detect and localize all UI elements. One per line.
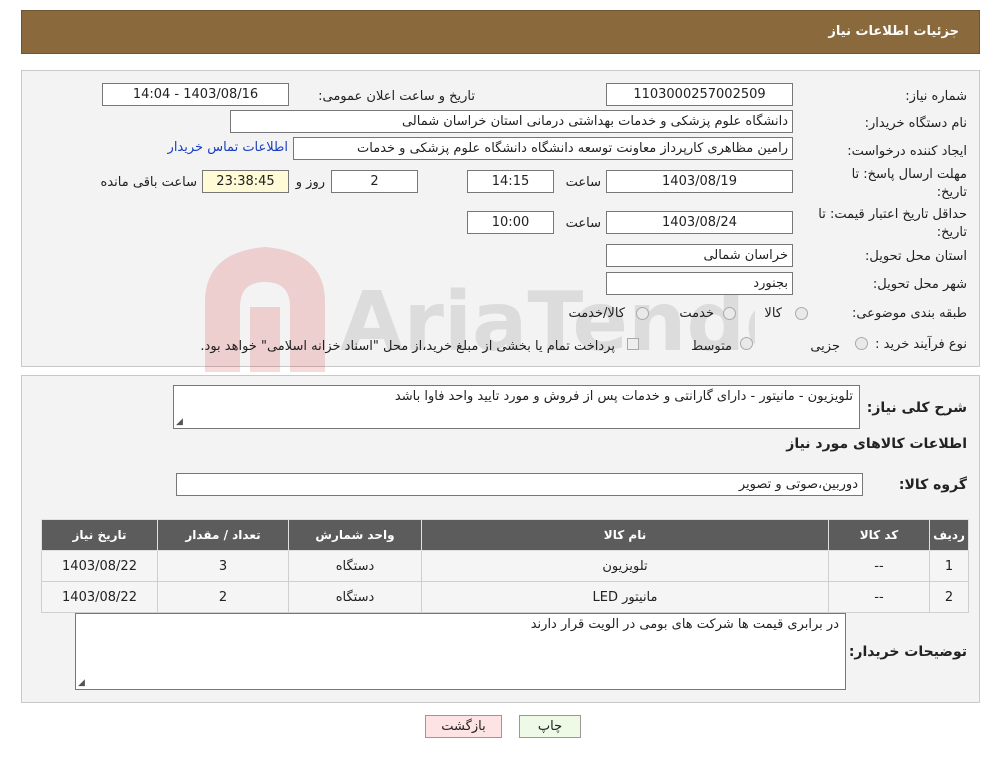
col-date-header: تاریخ نیاز xyxy=(41,519,158,551)
creator-field: رامین مظاهری کارپرداز معاونت توسعه دانشگ… xyxy=(293,137,793,160)
process-label: نوع فرآیند خرید : xyxy=(875,337,967,352)
need-number-label: شماره نیاز: xyxy=(905,89,967,104)
validity-label: حداقل تاریخ اعتبار قیمت: تا تاریخ: xyxy=(818,207,967,240)
category-radio-goods[interactable] xyxy=(795,307,808,320)
buyer-org-label: نام دستگاه خریدار: xyxy=(864,116,967,131)
resize-handle-icon[interactable]: ◢ xyxy=(78,678,85,688)
validity-time-field: 10:00 xyxy=(467,211,554,234)
cell-qty: 2 xyxy=(157,581,289,613)
items-table-header: ردیف کد کالا نام کالا واحد شمارش تعداد /… xyxy=(41,519,969,551)
cell-code: -- xyxy=(828,550,930,582)
process-radio-medium[interactable] xyxy=(740,337,753,350)
items-table: ردیف کد کالا نام کالا واحد شمارش تعداد /… xyxy=(41,519,969,613)
resize-handle-icon[interactable]: ◢ xyxy=(176,417,183,427)
category-option-service: خدمت xyxy=(679,306,714,321)
remaining-label: ساعت باقی مانده xyxy=(100,175,197,190)
page-title: جزئیات اطلاعات نیاز xyxy=(828,24,959,39)
goods-group-label: گروه کالا: xyxy=(898,477,967,493)
announce-datetime-field: 1403/08/16 - 14:04 xyxy=(102,83,289,106)
cell-date: 1403/08/22 xyxy=(41,581,158,613)
cell-unit: دستگاه xyxy=(288,581,422,613)
announce-label: تاریخ و ساعت اعلان عمومی: xyxy=(318,89,475,104)
days-label: روز و xyxy=(295,175,325,190)
col-qty-header: تعداد / مقدار xyxy=(157,519,289,551)
payment-note: پرداخت تمام یا بخشی از مبلغ خرید،از محل … xyxy=(200,339,615,354)
deadline-label: مهلت ارسال پاسخ: تا تاریخ: xyxy=(851,167,967,200)
col-unit-header: واحد شمارش xyxy=(288,519,422,551)
city-label: شهر محل تحویل: xyxy=(872,277,967,292)
need-number-field: 1103000257002509 xyxy=(606,83,793,106)
deadline-time-field: 14:15 xyxy=(467,170,554,193)
buyer-contact-link[interactable]: اطلاعات تماس خریدار xyxy=(168,140,288,155)
treasury-payment-checkbox[interactable] xyxy=(627,338,639,350)
days-field: 2 xyxy=(331,170,418,193)
goods-group-field: دوربین،صوتی و تصویر xyxy=(176,473,863,496)
cell-name: مانیتور LED xyxy=(421,581,829,613)
items-table-wrap: ردیف کد کالا نام کالا واحد شمارش تعداد /… xyxy=(41,519,969,613)
process-option-medium: متوسط xyxy=(691,339,732,354)
col-row-header: ردیف xyxy=(929,519,969,551)
cell-row: 1 xyxy=(929,550,969,582)
table-row: 2 -- مانیتور LED دستگاه 2 1403/08/22 xyxy=(41,581,969,613)
cell-code: -- xyxy=(828,581,930,613)
category-radio-goods-service[interactable] xyxy=(636,307,649,320)
deadline-date-field: 1403/08/19 xyxy=(606,170,793,193)
cell-date: 1403/08/22 xyxy=(41,550,158,582)
province-field: خراسان شمالی xyxy=(606,244,793,267)
back-button[interactable]: بازگشت xyxy=(425,715,502,738)
category-label: طبقه بندی موضوعی: xyxy=(851,306,967,321)
cell-row: 2 xyxy=(929,581,969,613)
deadline-time-label: ساعت xyxy=(565,175,601,190)
page-header: جزئیات اطلاعات نیاز xyxy=(21,10,980,54)
cell-unit: دستگاه xyxy=(288,550,422,582)
category-option-goods-service: کالا/خدمت xyxy=(568,306,625,321)
col-name-header: نام کالا xyxy=(421,519,829,551)
table-row: 1 -- تلویزیون دستگاه 3 1403/08/22 xyxy=(41,550,969,582)
province-label: استان محل تحویل: xyxy=(865,249,967,264)
cell-name: تلویزیون xyxy=(421,550,829,582)
print-button[interactable]: چاپ xyxy=(519,715,581,738)
city-field: بجنورد xyxy=(606,272,793,295)
remaining-time-field: 23:38:45 xyxy=(202,170,289,193)
process-radio-minor[interactable] xyxy=(855,337,868,350)
process-option-minor: جزیی xyxy=(810,339,840,354)
summary-label: شرح کلی نیاز: xyxy=(866,400,967,416)
buyer-notes-field: در برابری قیمت ها شرکت های بومی در الویت… xyxy=(75,613,846,690)
buyer-org-field: دانشگاه علوم پزشکی و خدمات بهداشتی درمان… xyxy=(230,110,793,133)
category-radio-service[interactable] xyxy=(723,307,736,320)
validity-date-field: 1403/08/24 xyxy=(606,211,793,234)
buyer-notes-text: در برابری قیمت ها شرکت های بومی در الویت… xyxy=(530,617,839,632)
summary-field: تلویزیون - مانیتور - دارای گارانتی و خدم… xyxy=(173,385,860,429)
creator-label: ایجاد کننده درخواست: xyxy=(847,144,967,159)
cell-qty: 3 xyxy=(157,550,289,582)
buyer-notes-label: توضیحات خریدار: xyxy=(848,644,967,660)
category-option-goods: کالا xyxy=(764,306,782,321)
summary-text: تلویزیون - مانیتور - دارای گارانتی و خدم… xyxy=(394,389,853,404)
goods-info-title: اطلاعات کالاهای مورد نیاز xyxy=(786,436,967,452)
validity-time-label: ساعت xyxy=(565,216,601,231)
col-code-header: کد کالا xyxy=(828,519,930,551)
